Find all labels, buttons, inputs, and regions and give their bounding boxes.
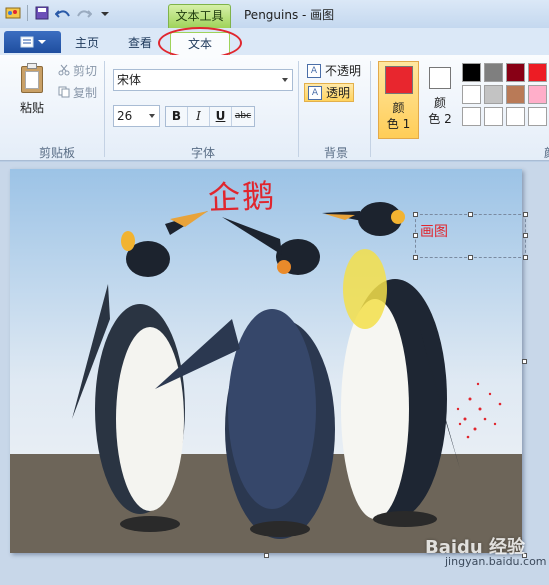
color1-label-line1: 颜: [392, 101, 405, 115]
scissors-icon: [58, 64, 70, 76]
palette-swatch[interactable]: [506, 85, 525, 104]
format-buttons: B I U abc: [165, 106, 255, 127]
tab-text[interactable]: 文本: [170, 32, 230, 55]
color2-label-line1: 颜: [433, 96, 446, 110]
transparent-icon: A: [308, 85, 322, 100]
transparent-label: 透明: [326, 86, 351, 100]
cut-label: 剪切: [73, 63, 98, 78]
text-box-handle[interactable]: [468, 212, 473, 217]
palette-swatch[interactable]: [506, 63, 525, 82]
chevron-down-icon: [37, 40, 46, 44]
color-palette: [462, 63, 549, 126]
palette-swatch[interactable]: [528, 63, 547, 82]
tab-view[interactable]: 查看: [118, 32, 162, 55]
text-tools-context-tab: 文本工具: [168, 4, 231, 28]
undo-icon[interactable]: [54, 5, 72, 21]
italic-button[interactable]: I: [188, 107, 210, 126]
text-box-handle[interactable]: [413, 233, 418, 238]
customize-qat-icon[interactable]: [96, 5, 114, 21]
handwritten-title: 企鹅: [207, 176, 277, 218]
group-divider: [104, 61, 105, 157]
palette-swatch[interactable]: [506, 107, 525, 126]
bold-button[interactable]: B: [166, 107, 188, 126]
color1-label: 颜 色 1: [379, 100, 418, 132]
title-bar: 文本工具 Penguins - 画图: [0, 0, 549, 28]
text-box-content[interactable]: 画图: [420, 221, 448, 241]
canvas-resize-handle-bottom[interactable]: [264, 553, 269, 558]
group-divider: [370, 61, 371, 157]
copy-label: 复制: [73, 85, 98, 100]
paste-button[interactable]: 粘贴: [12, 61, 52, 123]
font-size-select[interactable]: 26: [113, 105, 160, 127]
background-group-label: 背景: [323, 146, 348, 160]
colors-group-label: 颜: [540, 144, 549, 161]
color2-label-line2: 色 2: [428, 112, 452, 126]
palette-swatch[interactable]: [484, 85, 503, 104]
chevron-down-icon: [149, 114, 155, 118]
palette-swatch[interactable]: [484, 107, 503, 126]
text-box-handle[interactable]: [523, 255, 528, 260]
color1-button[interactable]: 颜 色 1: [378, 61, 419, 139]
window-title: Penguins - 画图: [244, 8, 335, 22]
quick-access-toolbar: [4, 5, 114, 21]
palette-swatch[interactable]: [528, 85, 547, 104]
copy-button[interactable]: 复制: [58, 83, 97, 101]
copy-icon: [58, 86, 70, 98]
save-icon[interactable]: [33, 5, 51, 21]
text-box-handle[interactable]: [413, 255, 418, 260]
opaque-icon: A: [307, 63, 321, 78]
baidu-watermark-url: jingyan.baidu.com: [445, 555, 547, 568]
color1-swatch: [384, 66, 413, 94]
palette-swatch[interactable]: [462, 63, 481, 82]
underline-button[interactable]: U: [210, 107, 232, 126]
text-box-handle[interactable]: [523, 212, 528, 217]
font-family-value: 宋体: [117, 73, 142, 87]
canvas-resize-handle-right[interactable]: [522, 359, 527, 364]
opaque-option[interactable]: A 不透明: [304, 61, 364, 80]
paste-label: 粘贴: [19, 101, 44, 115]
redo-icon[interactable]: [75, 5, 93, 21]
text-box-handle[interactable]: [413, 212, 418, 217]
qat-separator: [27, 5, 28, 21]
palette-swatch[interactable]: [462, 107, 481, 126]
palette-swatch[interactable]: [528, 107, 547, 126]
paste-icon: [19, 63, 45, 93]
file-menu-icon: [20, 36, 33, 48]
palette-swatch[interactable]: [462, 85, 481, 104]
text-box-handle[interactable]: [523, 233, 528, 238]
opaque-label: 不透明: [325, 64, 362, 78]
file-menu-button[interactable]: [4, 31, 61, 53]
chevron-down-icon: [282, 78, 288, 82]
app-menu-icon[interactable]: [4, 5, 22, 21]
text-box-handle[interactable]: [468, 255, 473, 260]
strikethrough-button[interactable]: abc: [232, 107, 254, 126]
color2-button[interactable]: 颜 色 2: [424, 61, 456, 139]
tab-home[interactable]: 主页: [66, 32, 108, 55]
clipboard-group-label: 剪贴板: [38, 146, 75, 160]
color1-label-line2: 色 1: [386, 117, 411, 131]
color2-swatch: [429, 67, 451, 89]
transparent-option[interactable]: A 透明: [304, 83, 355, 102]
ribbon-panel: 粘贴 剪切 复制 剪贴板 宋体 26 B I U abc 字体 A 不透明 A …: [0, 55, 549, 161]
group-divider: [298, 61, 299, 157]
palette-swatch[interactable]: [484, 63, 503, 82]
ribbon-tabs: 主页 查看 文本: [0, 28, 549, 55]
font-size-value: 26: [117, 109, 133, 123]
color2-label: 颜 色 2: [424, 95, 456, 127]
cut-button[interactable]: 剪切: [58, 61, 97, 79]
font-family-select[interactable]: 宋体: [113, 69, 293, 91]
font-group-label: 字体: [190, 146, 215, 160]
text-box[interactable]: 画图: [413, 212, 528, 260]
